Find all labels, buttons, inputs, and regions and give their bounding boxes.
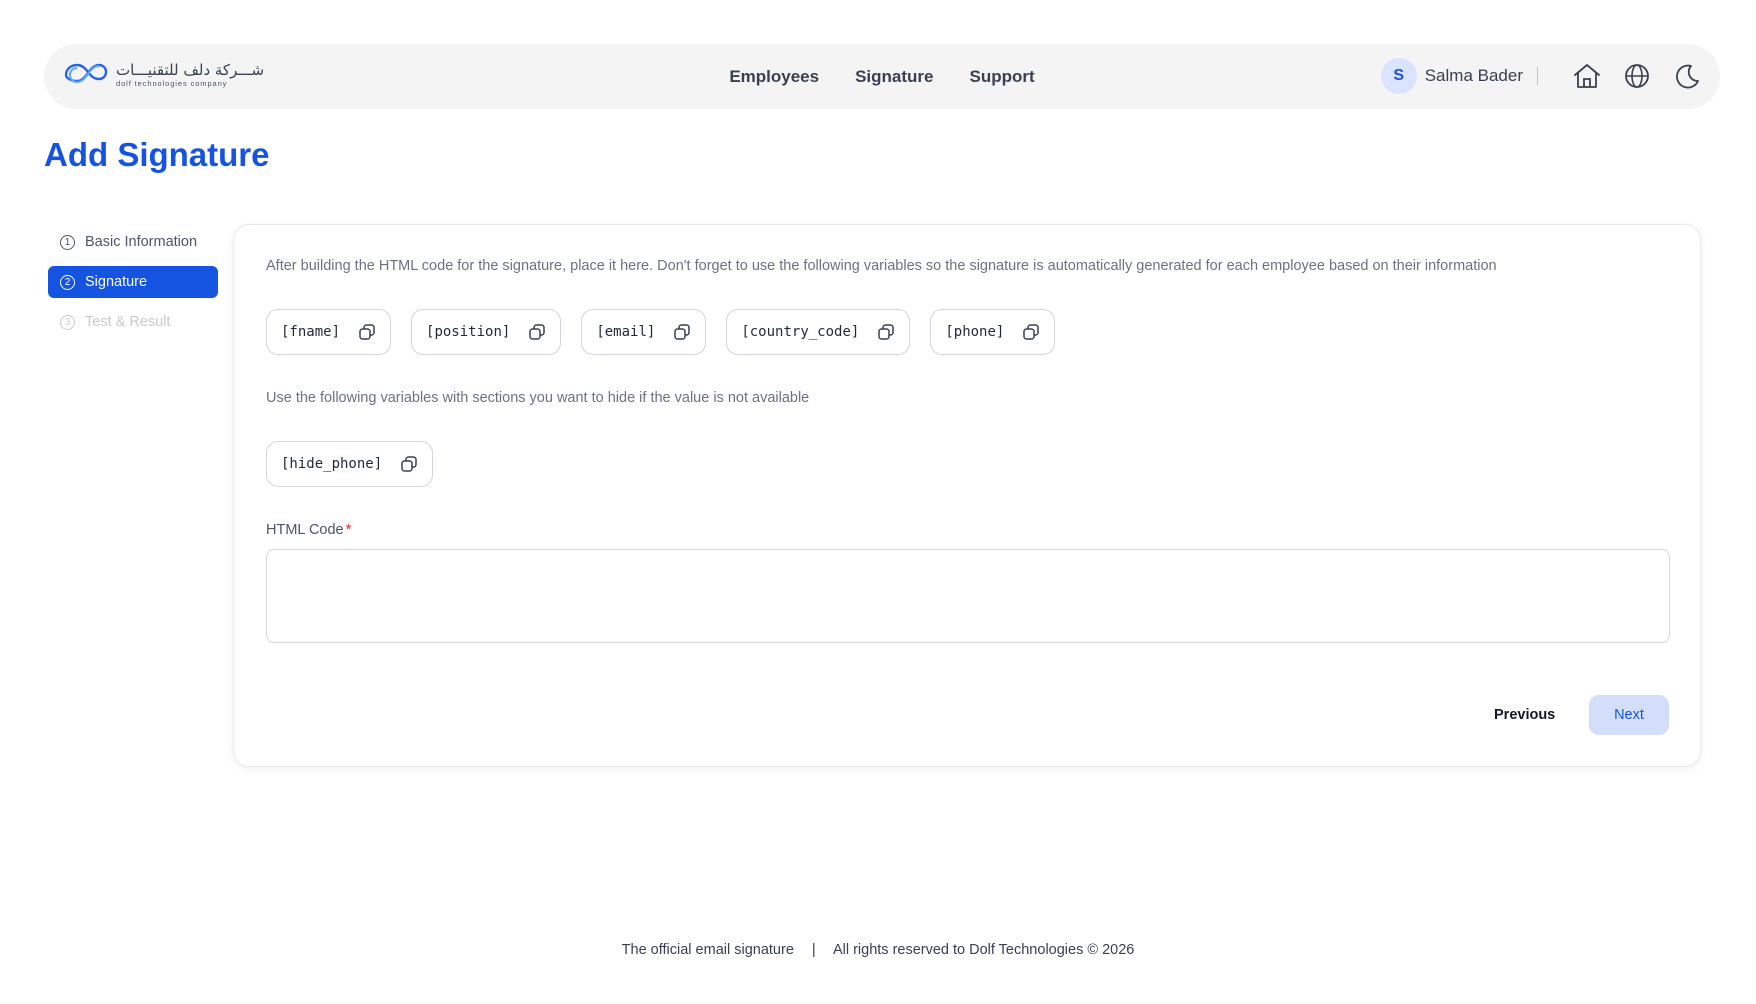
variable-chip-email[interactable]: [email] — [581, 309, 707, 355]
variable-chip-phone[interactable]: [phone] — [930, 309, 1056, 355]
next-button[interactable]: Next — [1589, 695, 1669, 735]
signature-form-card: After building the HTML code for the sig… — [233, 224, 1701, 767]
nav-item-signature[interactable]: Signature — [855, 67, 933, 87]
user-area: S Salma Bader — [1380, 57, 1704, 95]
variable-text: [country_code] — [741, 324, 860, 340]
company-logo[interactable]: شـــركة دلف للتقنيـــات Dolf technologie… — [60, 58, 264, 92]
top-navbar: شـــركة دلف للتقنيـــات Dolf technologie… — [44, 44, 1720, 109]
variable-chip-hide-phone[interactable]: [hide_phone] — [266, 441, 434, 487]
variable-text: [position] — [426, 324, 511, 340]
copy-icon[interactable] — [528, 323, 546, 341]
html-code-label: HTML Code * — [266, 522, 351, 538]
moon-icon[interactable] — [1670, 59, 1704, 93]
step-label: Signature — [85, 274, 148, 290]
step-number: 1 — [60, 234, 75, 250]
copy-icon[interactable] — [400, 455, 418, 473]
step-number: 3 — [60, 314, 75, 330]
variable-text: [phone] — [945, 324, 1005, 340]
intro-text: After building the HTML code for the sig… — [266, 258, 1497, 274]
logo-arabic-name: شـــركة دلف للتقنيـــات — [116, 61, 265, 79]
logo-mark-icon — [64, 63, 108, 84]
copy-icon[interactable] — [1022, 323, 1040, 341]
variable-text: [hide_phone] — [281, 456, 383, 472]
variable-chip-country-code[interactable]: [country_code] — [726, 309, 911, 355]
home-icon[interactable] — [1570, 59, 1604, 93]
required-mark: * — [345, 522, 352, 538]
hide-variable-chips: [hide_phone] — [266, 441, 434, 487]
step-test-result: 3 Test & Result — [48, 306, 218, 338]
footer-copyright: All rights reserved to Dolf Technologies… — [832, 942, 1135, 958]
step-label: Test & Result — [85, 314, 171, 330]
variable-text: [email] — [596, 324, 656, 340]
step-label: Basic Information — [85, 234, 198, 250]
user-name[interactable]: Salma Bader — [1425, 66, 1523, 86]
globe-icon[interactable] — [1620, 59, 1654, 93]
page-title: Add Signature — [44, 136, 270, 173]
stepper: 1 Basic Information 2 Signature 3 Test &… — [48, 226, 218, 346]
copy-icon[interactable] — [358, 323, 376, 341]
nav-item-employees[interactable]: Employees — [729, 67, 819, 87]
avatar[interactable]: S — [1380, 58, 1417, 94]
variable-text: [fname] — [281, 324, 341, 340]
variable-chip-position[interactable]: [position] — [411, 309, 562, 355]
previous-button[interactable]: Previous — [1476, 695, 1573, 735]
step-number: 2 — [60, 274, 75, 290]
variable-chips: [fname] [position] [email] [country_code… — [266, 309, 1056, 355]
step-basic-information[interactable]: 1 Basic Information — [48, 226, 218, 258]
html-code-label-text: HTML Code — [266, 522, 344, 538]
step-signature[interactable]: 2 Signature — [48, 266, 218, 298]
nav-item-support[interactable]: Support — [970, 67, 1035, 87]
variable-chip-fname[interactable]: [fname] — [266, 309, 392, 355]
html-code-input[interactable] — [266, 549, 1670, 643]
footer-left-text: The official email signature — [621, 942, 794, 958]
footer-separator: | — [811, 942, 816, 958]
footer: The official email signature | All right… — [0, 942, 1756, 958]
user-divider — [1537, 67, 1538, 85]
copy-icon[interactable] — [877, 323, 895, 341]
hide-variables-hint: Use the following variables with section… — [266, 390, 810, 406]
logo-english-name: Dolf technologies company — [116, 79, 228, 88]
copy-icon[interactable] — [673, 323, 691, 341]
